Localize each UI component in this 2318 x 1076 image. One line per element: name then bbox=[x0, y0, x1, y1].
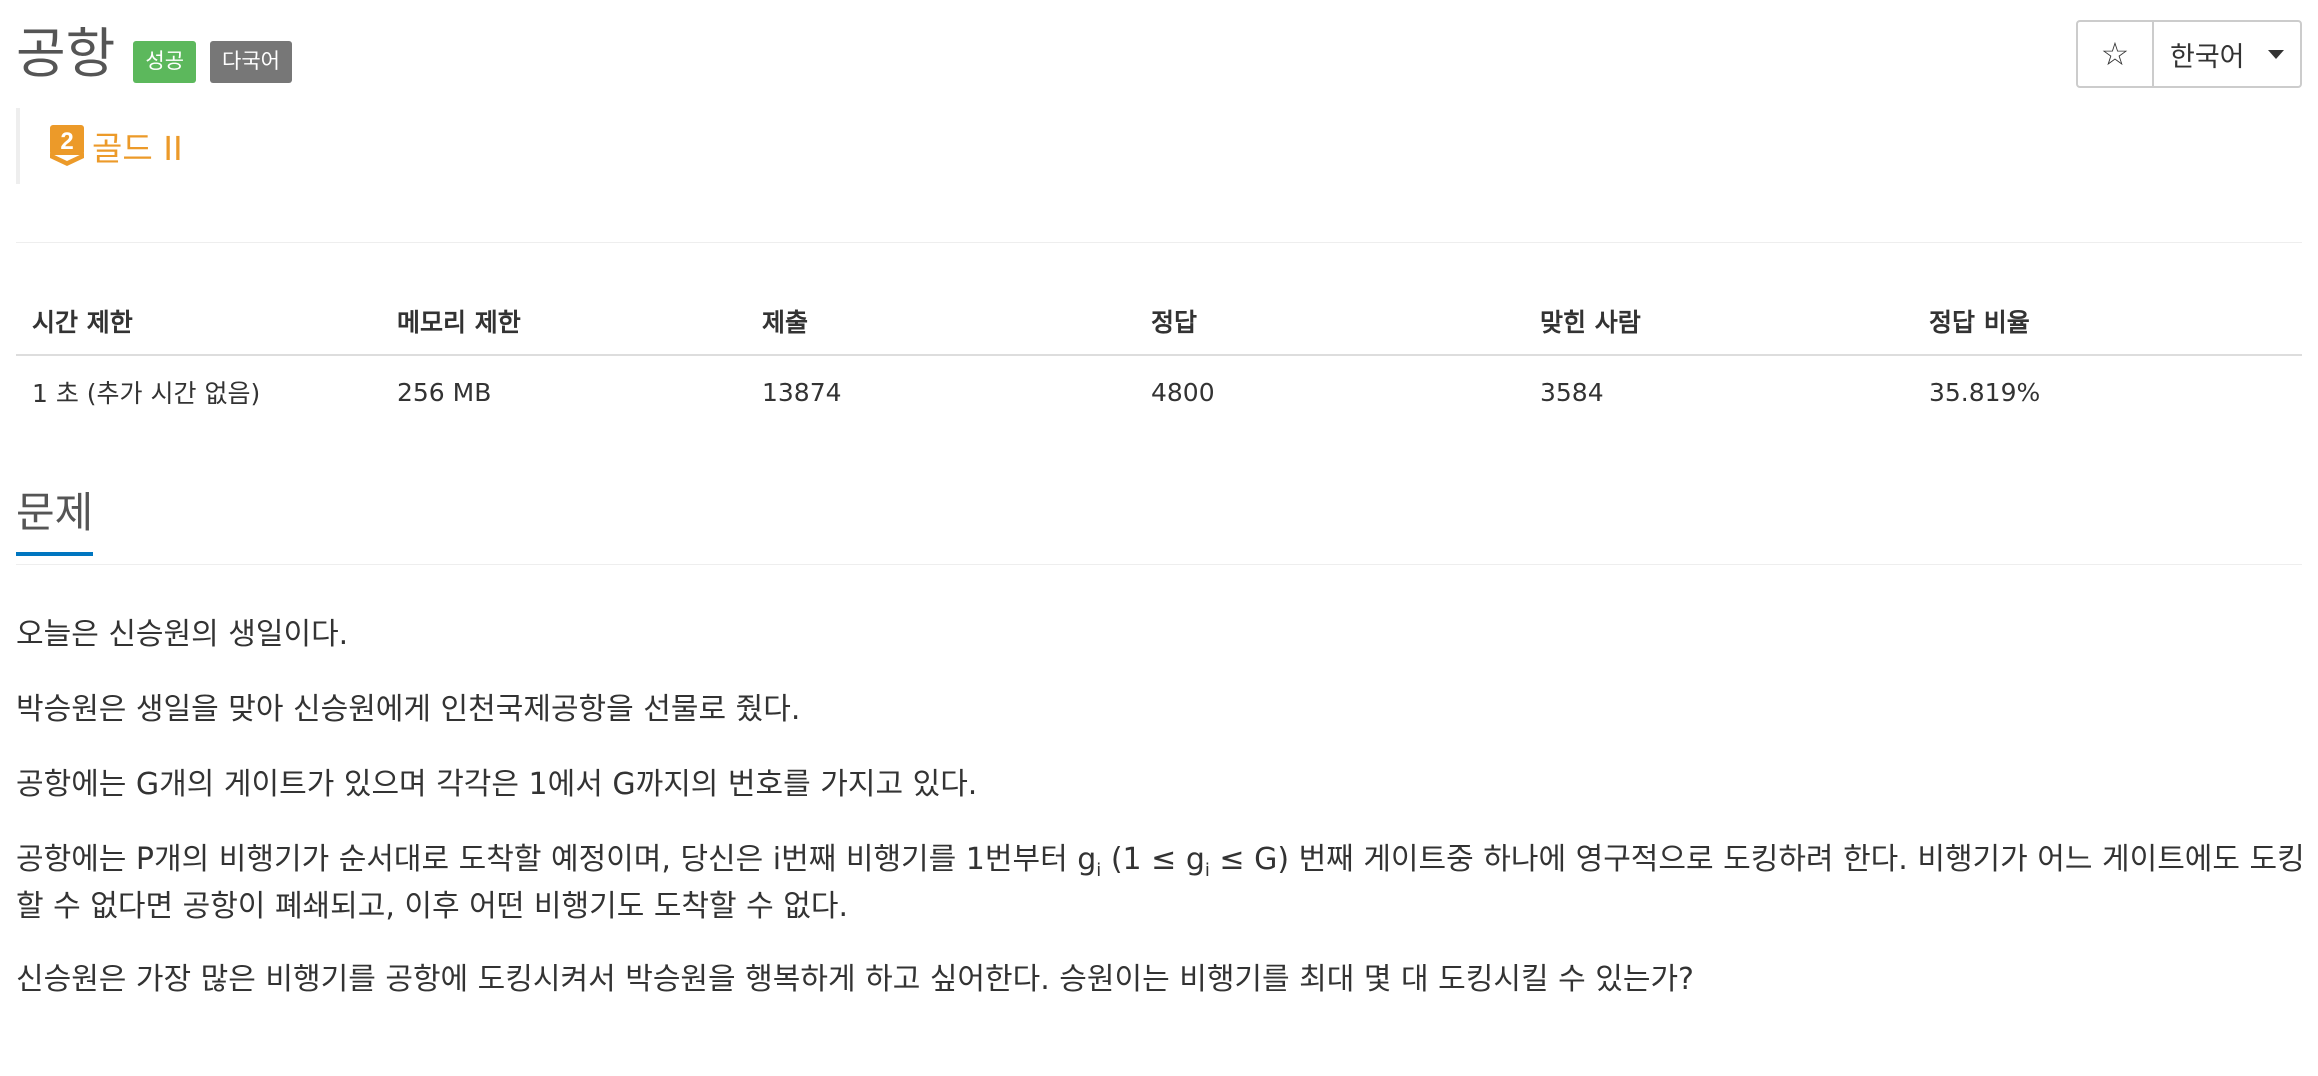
stats-header-row: 시간 제한 메모리 제한 제출 정답 맞힌 사람 정답 비율 bbox=[16, 288, 2302, 356]
divider bbox=[16, 242, 2302, 243]
problem-paragraph-4-part-a: 공항에는 P개의 비행기가 순서대로 도착할 예정이며, 당신은 i번째 비행기… bbox=[16, 842, 1097, 877]
tier-icon-number: 2 bbox=[60, 128, 73, 155]
stats-header-accepted: 정답 bbox=[1151, 308, 1198, 337]
star-icon: ☆ bbox=[2100, 35, 2130, 73]
tier-block: 2 골드 II bbox=[16, 108, 183, 184]
stats-header-accept-ratio: 정답 비율 bbox=[1929, 308, 2030, 337]
problem-paragraph-3: 공항에는 G개의 게이트가 있으며 각각은 1에서 G까지의 번호를 가지고 있… bbox=[16, 767, 978, 802]
status-badge-success: 성공 bbox=[133, 41, 197, 83]
stats-value-memory-limit: 256 MB bbox=[397, 377, 492, 407]
stats-table: 시간 제한 메모리 제한 제출 정답 맞힌 사람 정답 비율 1 초 (추가 시… bbox=[16, 288, 2302, 428]
problem-paragraph-1: 오늘은 신승원의 생일이다. bbox=[16, 617, 349, 652]
language-selected-label: 한국어 bbox=[2170, 41, 2245, 73]
stats-value-submissions[interactable]: 13874 bbox=[746, 378, 1135, 407]
multilingual-badge[interactable]: 다국어 bbox=[210, 41, 292, 83]
favorite-button[interactable]: ☆ bbox=[2078, 22, 2154, 86]
stats-value-row: 1 초 (추가 시간 없음) 256 MB 13874 4800 3584 35… bbox=[16, 356, 2302, 428]
problem-description: 오늘은 신승원의 생일이다. 박승원은 생일을 맞아 신승원에게 인천국제공항을… bbox=[16, 612, 2306, 1032]
stats-value-accepted[interactable]: 4800 bbox=[1135, 378, 1524, 407]
problem-paragraph-4: 공항에는 P개의 비행기가 순서대로 도착할 예정이며, 당신은 i번째 비행기… bbox=[16, 837, 2306, 929]
chevron-down-icon bbox=[2268, 49, 2284, 59]
stats-header-submissions: 제출 bbox=[762, 308, 809, 337]
problem-section-header: 문제 bbox=[16, 488, 2302, 565]
stats-header-time-limit: 시간 제한 bbox=[32, 308, 133, 337]
stats-value-solvers[interactable]: 3584 bbox=[1524, 378, 1913, 407]
header-button-group: ☆ 한국어 bbox=[2076, 20, 2302, 88]
stats-header-memory-limit: 메모리 제한 bbox=[397, 308, 521, 337]
gold-tier-2-icon: 2 bbox=[50, 125, 84, 166]
problem-header: 공항 성공 다국어 bbox=[16, 14, 292, 94]
page-title: 공항 bbox=[16, 22, 116, 85]
stats-header-solvers: 맞힌 사람 bbox=[1540, 308, 1641, 337]
stats-value-accept-ratio: 35.819% bbox=[1929, 377, 2041, 407]
problem-paragraph-4-part-b: (1 ≤ g bbox=[1101, 842, 1205, 877]
tier-label[interactable]: 골드 II bbox=[92, 122, 183, 170]
section-title: 문제 bbox=[16, 488, 94, 557]
problem-paragraph-2: 박승원은 생일을 맞아 신승원에게 인천국제공항을 선물로 줬다. bbox=[16, 692, 801, 727]
stats-value-time-limit: 1 초 (추가 시간 없음) bbox=[32, 379, 261, 408]
language-dropdown[interactable]: 한국어 bbox=[2154, 22, 2300, 86]
problem-paragraph-5: 신승원은 가장 많은 비행기를 공항에 도킹시켜서 박승원을 행복하게 하고 싶… bbox=[16, 962, 1694, 997]
